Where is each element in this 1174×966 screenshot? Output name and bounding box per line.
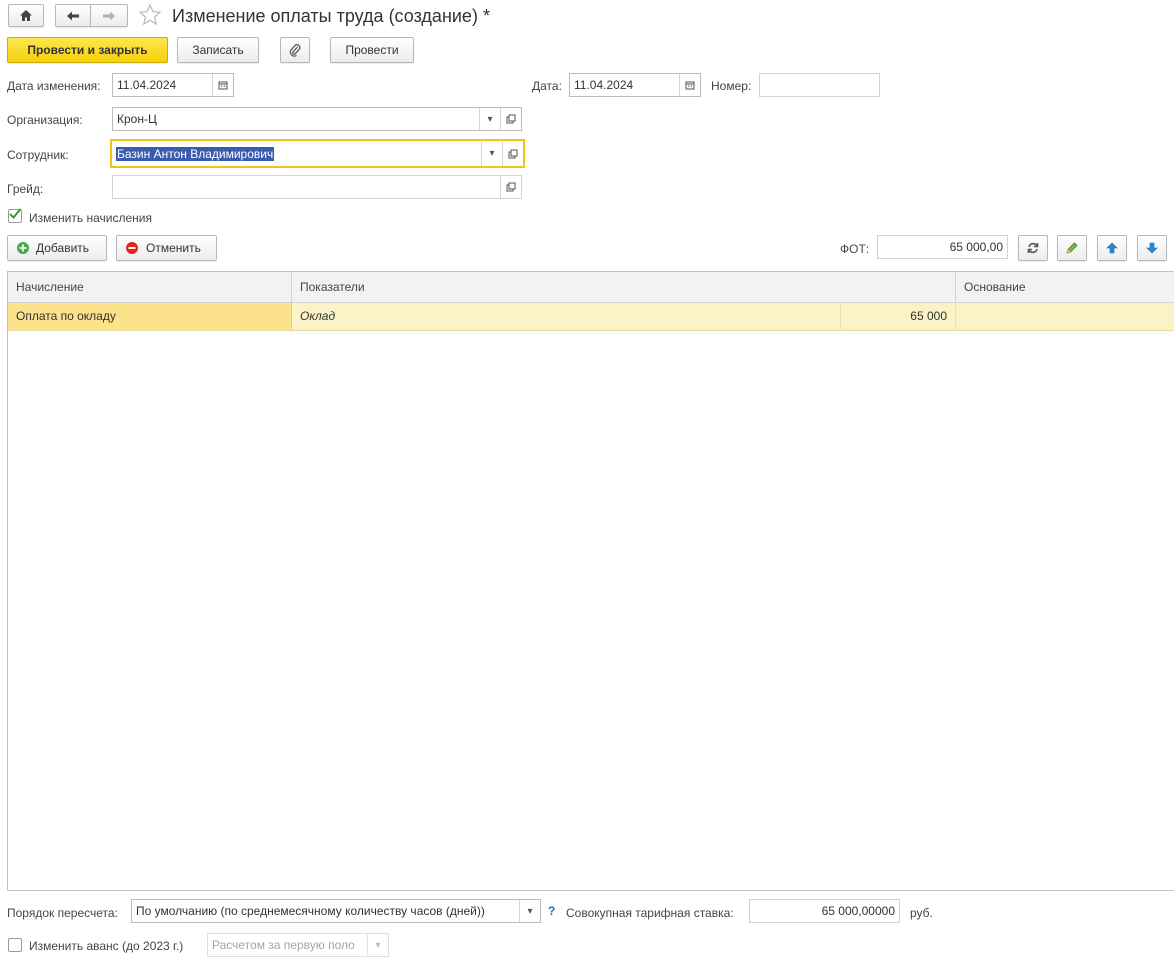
rate-field[interactable]: 65 000,00000 [749,899,900,923]
number-label: Номер: [711,79,752,93]
organization-value: Крон-Ц [117,112,157,126]
basis-cell[interactable] [956,303,1174,330]
column-header-basis[interactable]: Основание [956,272,1174,303]
employee-value: Базин Антон Владимирович [116,146,275,161]
grade-label: Грейд: [7,182,44,196]
indicator-value-cell[interactable]: 65 000 [840,303,956,330]
table-header: Начисление Показатели Основание [8,272,1174,303]
checkmark-icon [9,208,22,219]
dropdown-arrow-icon[interactable]: ▾ [481,141,502,166]
column-header-indicators[interactable]: Показатели [292,272,956,303]
change-date-label: Дата изменения: [7,79,101,93]
dropdown-arrow-icon: ▾ [367,934,388,956]
table-row[interactable]: Оплата по окладу Оклад 65 000 [8,303,1174,331]
organization-label: Организация: [7,113,83,127]
fot-field[interactable]: 65 000,00 [877,235,1008,259]
dropdown-arrow-icon[interactable]: ▾ [519,900,540,922]
rate-unit: руб. [910,906,933,920]
organization-field[interactable]: Крон-Ц ▾ [112,107,522,131]
post-button[interactable]: Провести [330,37,414,63]
date-label: Дата: [532,79,562,93]
arrow-left-icon [67,11,79,20]
home-button[interactable] [8,4,44,27]
advance-value: Расчетом за первую поло [212,938,355,952]
arrow-up-icon [1106,242,1118,254]
refresh-button[interactable] [1018,235,1048,261]
save-button[interactable]: Записать [177,37,259,63]
open-icon[interactable] [500,108,521,130]
rate-value: 65 000,00000 [821,904,895,918]
pencil-icon [1066,242,1078,254]
recalc-value: По умолчанию (по среднемесячному количес… [136,904,485,918]
grade-field[interactable] [112,175,522,199]
indicator-cell[interactable]: Оклад [292,303,840,330]
employee-label: Сотрудник: [7,148,69,162]
cancel-button-label: Отменить [146,241,201,255]
change-advance-label: Изменить аванс (до 2023 г.) [29,939,184,953]
favorite-star-icon[interactable] [138,3,162,27]
advance-select: Расчетом за первую поло ▾ [207,933,389,957]
calendar-icon[interactable] [679,74,700,96]
move-up-button[interactable] [1097,235,1127,261]
accrual-cell[interactable]: Оплата по окладу [8,303,292,330]
back-button[interactable] [55,4,91,27]
fot-label: ФОТ: [840,242,870,256]
change-date-value: 11.04.2024 [117,78,177,92]
home-icon [20,10,32,21]
change-accruals-label: Изменить начисления [29,211,152,225]
remove-circle-icon [126,242,138,254]
forward-button[interactable] [90,4,128,27]
accruals-table[interactable]: Начисление Показатели Основание Оплата п… [7,271,1174,891]
date-value: 11.04.2024 [574,78,634,92]
add-button-label: Добавить [36,241,90,255]
calendar-icon[interactable] [212,74,233,96]
recalc-label: Порядок пересчета: [7,906,118,920]
edit-button[interactable] [1057,235,1087,261]
post-and-close-button[interactable]: Провести и закрыть [7,37,168,63]
arrow-right-icon [103,11,115,20]
refresh-icon [1027,242,1039,254]
open-icon[interactable] [502,141,523,166]
attach-button[interactable] [280,37,310,63]
page-title: Изменение оплаты труда (создание) * [172,6,490,26]
change-advance-checkbox[interactable] [8,938,22,952]
add-button[interactable]: Добавить [7,235,107,261]
dropdown-arrow-icon[interactable]: ▾ [479,108,500,130]
change-accruals-checkbox[interactable] [8,208,22,223]
help-icon[interactable]: ? [548,904,555,918]
number-field[interactable] [759,73,880,97]
paperclip-icon [289,44,301,57]
employee-field[interactable]: Базин Антон Владимирович ▾ [110,139,525,168]
cancel-button[interactable]: Отменить [116,235,217,261]
arrow-down-icon [1146,242,1158,254]
fot-value: 65 000,00 [949,240,1003,254]
column-header-accrual[interactable]: Начисление [8,272,292,303]
open-icon[interactable] [500,176,521,198]
recalc-select[interactable]: По умолчанию (по среднемесячному количес… [131,899,541,923]
date-field[interactable]: 11.04.2024 [569,73,701,97]
move-down-button[interactable] [1137,235,1167,261]
change-date-field[interactable]: 11.04.2024 [112,73,234,97]
rate-label: Совокупная тарифная ставка: [566,906,734,920]
add-circle-icon [17,242,29,254]
